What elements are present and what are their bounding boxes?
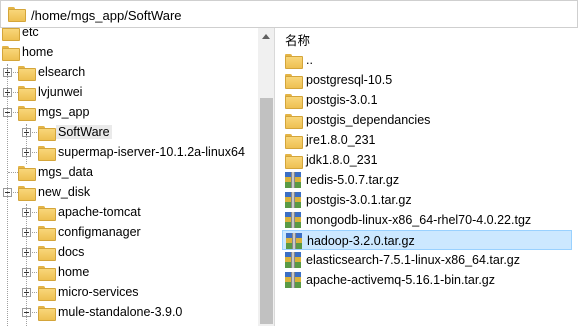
tree-item[interactable]: SoftWare xyxy=(0,122,258,142)
tree-connector-line xyxy=(26,124,27,164)
file-list-item[interactable]: hadoop-3.2.0.tar.gz xyxy=(282,230,572,250)
tree-item-label: docs xyxy=(58,245,85,259)
archive-icon xyxy=(285,252,301,268)
file-name: elasticsearch-7.5.1-linux-x86_64.tar.gz xyxy=(306,253,521,267)
tree-item[interactable]: lvjunwei xyxy=(0,82,258,102)
file-name: mongodb-linux-x86_64-rhel70-4.0.22.tgz xyxy=(306,213,532,227)
file-name: redis-5.0.7.tar.gz xyxy=(306,173,400,187)
file-list-item[interactable]: postgis_dependancies xyxy=(282,110,572,130)
folder-icon xyxy=(38,306,56,321)
tree-connector-line xyxy=(8,172,18,173)
tree-item-label: etc xyxy=(22,28,39,39)
tree-item[interactable]: etc xyxy=(0,28,258,42)
file-list-item[interactable]: apache-activemq-5.16.1-bin.tar.gz xyxy=(282,270,572,290)
tree-item[interactable]: mgs_data xyxy=(0,162,258,182)
tree-item-label: mule-standalone-3.9.0 xyxy=(58,305,183,319)
folder-icon xyxy=(38,126,56,141)
file-list-item[interactable]: elasticsearch-7.5.1-linux-x86_64.tar.gz xyxy=(282,250,572,270)
tree-item-label: configmanager xyxy=(58,225,141,239)
folder-icon xyxy=(18,66,36,81)
file-name: postgis_dependancies xyxy=(306,113,431,127)
folder-icon xyxy=(18,186,36,201)
folder-icon xyxy=(285,114,303,129)
file-list-item[interactable]: mongodb-linux-x86_64-rhel70-4.0.22.tgz xyxy=(282,210,572,230)
tree-item-label: lvjunwei xyxy=(38,85,83,99)
folder-icon xyxy=(38,246,56,261)
folder-icon xyxy=(8,7,26,22)
tree-item-label: micro-services xyxy=(58,285,139,299)
file-name: postgis-3.0.1.tar.gz xyxy=(306,193,412,207)
path-text: /home/mgs_app/SoftWare xyxy=(31,8,182,23)
file-name: jdk1.8.0_231 xyxy=(306,153,378,167)
tree-item[interactable]: mule-standalone-3.9.0 xyxy=(0,302,258,322)
tree-item[interactable]: elsearch xyxy=(0,62,258,82)
tree-item[interactable]: new_disk xyxy=(0,182,258,202)
file-list[interactable]: 名称 .. postgresql-10.5 postgis-3.0.1 postgis… xyxy=(276,28,578,326)
file-name: hadoop-3.2.0.tar.gz xyxy=(307,234,415,248)
folder-icon xyxy=(18,106,36,121)
archive-icon xyxy=(285,192,301,208)
folder-tree[interactable]: etc home elsearch lvjunwei mgs_app SoftWare su… xyxy=(0,28,275,326)
path-bar[interactable]: /home/mgs_app/SoftWare xyxy=(0,0,578,28)
tree-item-label: home xyxy=(58,265,90,279)
tree-item[interactable]: apache-tomcat xyxy=(0,202,258,222)
scroll-up-arrow-icon[interactable] xyxy=(262,34,270,39)
file-list-item[interactable]: jre1.8.0_231 xyxy=(282,130,572,150)
tree-item[interactable]: configmanager xyxy=(0,222,258,242)
tree-item[interactable]: home xyxy=(0,42,258,62)
archive-icon xyxy=(285,272,301,288)
archive-icon xyxy=(286,233,302,249)
tree-connector-line xyxy=(26,204,27,326)
tree-item-label: home xyxy=(22,45,54,59)
file-name: postgis-3.0.1 xyxy=(306,93,378,107)
file-name: jre1.8.0_231 xyxy=(306,133,376,147)
tree-item-label: supermap-iserver-10.1.2a-linux64 xyxy=(58,145,245,159)
folder-icon xyxy=(38,286,56,301)
tree-item[interactable]: docs xyxy=(0,242,258,262)
scrollbar-thumb[interactable] xyxy=(260,98,273,324)
tree-item-label: new_disk xyxy=(38,185,91,199)
folder-icon xyxy=(38,226,56,241)
file-list-item[interactable]: postgresql-10.5 xyxy=(282,70,572,90)
file-name: postgresql-10.5 xyxy=(306,73,393,87)
archive-icon xyxy=(285,172,301,188)
folder-icon xyxy=(38,206,56,221)
file-list-item[interactable]: .. xyxy=(282,50,572,70)
tree-item-label: elsearch xyxy=(38,65,86,79)
folder-icon xyxy=(285,54,303,69)
file-list-item[interactable]: redis-5.0.7.tar.gz xyxy=(282,170,572,190)
file-name: .. xyxy=(306,53,313,67)
archive-icon xyxy=(285,212,301,228)
folder-icon xyxy=(2,46,20,61)
tree-item-label: SoftWare xyxy=(56,125,112,139)
folder-icon xyxy=(285,94,303,109)
tree-scrollbar[interactable] xyxy=(258,28,274,326)
folder-icon xyxy=(38,146,56,161)
folder-icon xyxy=(285,74,303,89)
tree-item-label: mgs_app xyxy=(38,105,90,119)
tree-item[interactable]: mgs_app xyxy=(0,102,258,122)
tree-item-label: mgs_data xyxy=(38,165,93,179)
name-column-header[interactable]: 名称 xyxy=(285,30,310,49)
file-list-item[interactable]: jdk1.8.0_231 xyxy=(282,150,572,170)
folder-icon xyxy=(38,266,56,281)
folder-icon xyxy=(285,134,303,149)
tree-item[interactable]: supermap-iserver-10.1.2a-linux64 xyxy=(0,142,258,162)
file-list-item[interactable]: postgis-3.0.1.tar.gz xyxy=(282,190,572,210)
folder-icon xyxy=(18,86,36,101)
tree-item[interactable]: home xyxy=(0,262,258,282)
file-list-item[interactable]: postgis-3.0.1 xyxy=(282,90,572,110)
folder-icon xyxy=(2,28,20,41)
tree-item[interactable]: micro-services xyxy=(0,282,258,302)
tree-connector-line xyxy=(7,64,8,326)
folder-icon xyxy=(285,154,303,169)
folder-icon xyxy=(18,166,36,181)
file-name: apache-activemq-5.16.1-bin.tar.gz xyxy=(306,273,495,287)
tree-item-label: apache-tomcat xyxy=(58,205,141,219)
